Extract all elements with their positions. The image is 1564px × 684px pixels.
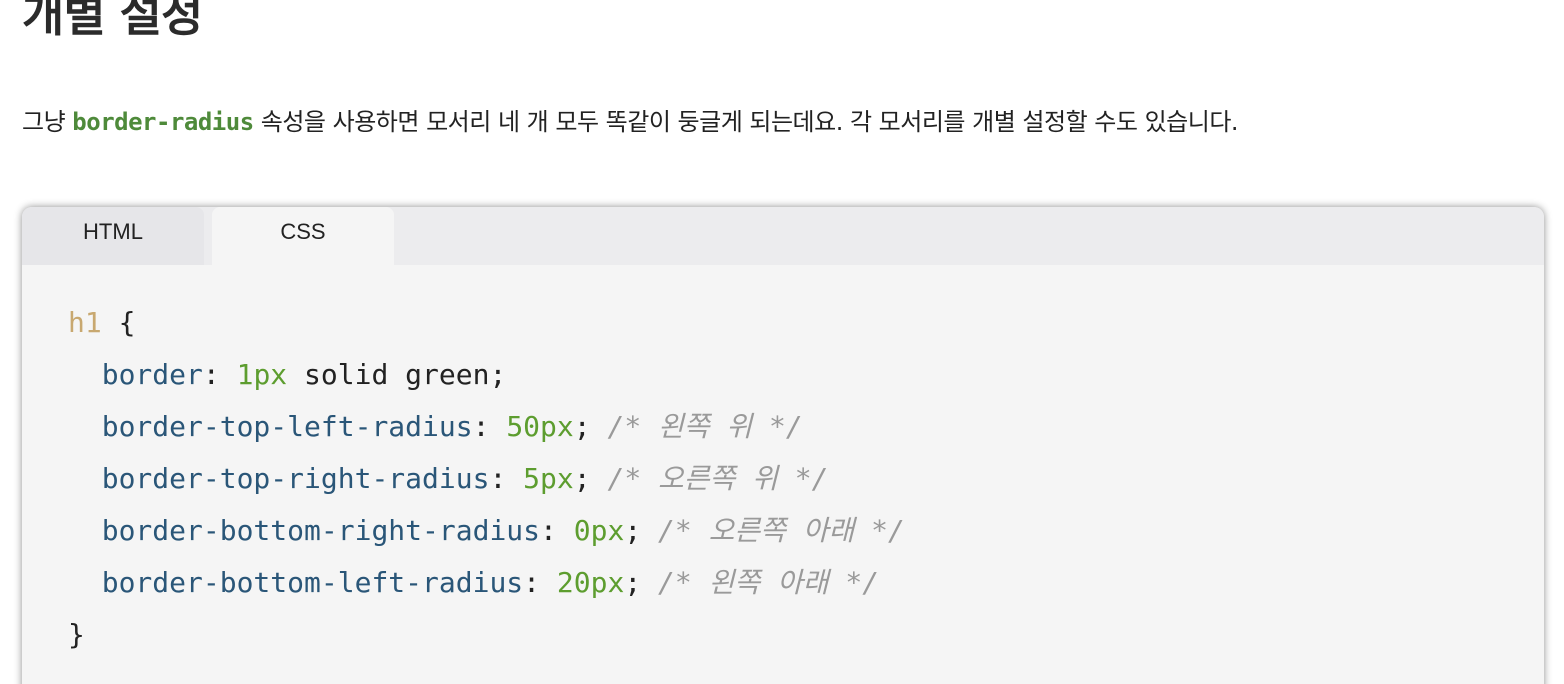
intro-paragraph: 그냥 border-radius 속성을 사용하면 모서리 네 개 모두 똑같이… bbox=[22, 102, 1239, 137]
code-line: border-top-left-radius: 50px; /* 왼쪽 위 */ bbox=[101, 410, 803, 443]
code-open-brace: { bbox=[101, 306, 136, 339]
code-property: border-bottom-right-radius bbox=[101, 514, 541, 547]
code-line-selector: h1 { bbox=[68, 297, 905, 349]
code-value: 50px bbox=[506, 410, 574, 443]
code-rest: ; bbox=[624, 566, 642, 599]
code-close-brace: } bbox=[68, 618, 85, 651]
page-title: 개별 설정 bbox=[22, 0, 203, 42]
code-comment: /* 오른쪽 위 */ bbox=[590, 462, 829, 495]
code-property: border-top-left-radius bbox=[101, 410, 473, 443]
code-comment: /* 왼쪽 아래 */ bbox=[641, 566, 880, 599]
code-property: border-bottom-left-radius bbox=[101, 566, 524, 599]
code-example-panel: HTML CSS h1 { border: 1px solid green; b… bbox=[22, 207, 1544, 684]
code-selector: h1 bbox=[68, 306, 102, 339]
code-comment: /* 오른쪽 아래 */ bbox=[641, 514, 905, 547]
code-line: border-bottom-left-radius: 20px; /* 왼쪽 아… bbox=[101, 566, 880, 599]
code-value: 0px bbox=[573, 514, 625, 547]
code-value: 1px bbox=[236, 358, 288, 391]
code-line: border-top-right-radius: 5px; /* 오른쪽 위 *… bbox=[101, 462, 829, 495]
code-rest: ; bbox=[624, 514, 642, 547]
intro-text-after: 속성을 사용하면 모서리 네 개 모두 똑같이 둥글게 되는데요. 각 모서리를… bbox=[253, 108, 1239, 136]
code-value: 5px bbox=[523, 462, 574, 495]
code-rest: ; bbox=[573, 410, 591, 443]
inline-code-border-radius: border-radius bbox=[72, 108, 254, 136]
intro-text-before: 그냥 bbox=[22, 108, 73, 136]
code-line-close: } bbox=[68, 609, 905, 661]
code-value: 20px bbox=[556, 566, 625, 599]
css-code-block: h1 { border: 1px solid green; border-top… bbox=[68, 297, 905, 661]
code-rest: ; bbox=[573, 462, 591, 495]
code-line: border-bottom-right-radius: 0px; /* 오른쪽 … bbox=[101, 514, 905, 547]
code-line: border: 1px solid green; bbox=[101, 358, 507, 391]
code-rest: solid green; bbox=[287, 358, 507, 391]
code-property: border-top-right-radius bbox=[101, 462, 490, 495]
code-comment: /* 왼쪽 위 */ bbox=[590, 410, 803, 443]
tab-css[interactable]: CSS bbox=[212, 207, 394, 265]
tab-bar: HTML CSS bbox=[22, 207, 1544, 265]
code-property: border bbox=[101, 358, 203, 391]
tab-html[interactable]: HTML bbox=[22, 207, 204, 265]
